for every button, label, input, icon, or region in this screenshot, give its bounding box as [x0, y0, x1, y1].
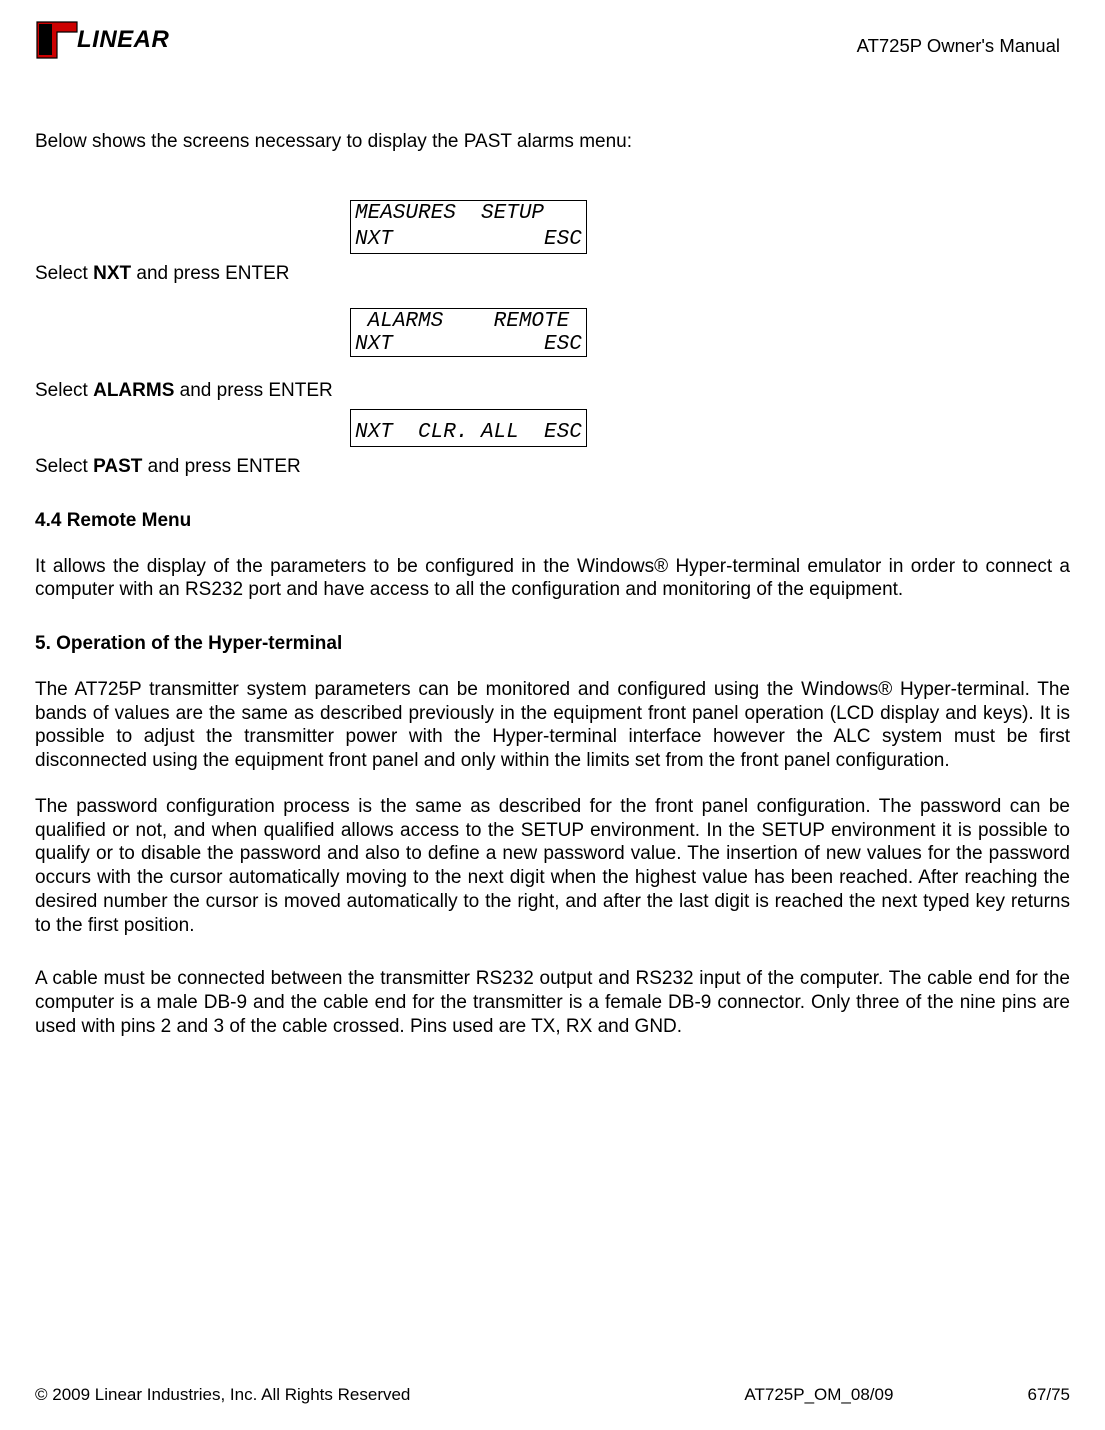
- page-footer: © 2009 Linear Industries, Inc. All Right…: [35, 1385, 1070, 1405]
- section-4-4-paragraph: It allows the display of the parameters …: [35, 555, 1070, 603]
- lcd-line: NXT ESC: [355, 333, 582, 356]
- document-title: AT725P Owner's Manual: [857, 20, 1070, 57]
- lcd-line: NXT CLR. ALL ESC: [355, 421, 582, 444]
- footer-page-number: 67/75: [1027, 1385, 1070, 1405]
- intro-paragraph: Below shows the screens necessary to dis…: [35, 130, 1070, 154]
- section-5-paragraph-1: The AT725P transmitter system parameters…: [35, 678, 1070, 773]
- lcd-screen-2: ALARMS REMOTE NXT ESC: [350, 308, 587, 357]
- lcd-line: ALARMS REMOTE: [368, 310, 570, 333]
- section-5-paragraph-3: A cable must be connected between the tr…: [35, 967, 1070, 1038]
- footer-doc-id: AT725P_OM_08/09: [744, 1385, 893, 1405]
- linear-logo-icon: [35, 20, 79, 60]
- lcd-line: MEASURES SETUP: [355, 202, 544, 225]
- footer-copyright: © 2009 Linear Industries, Inc. All Right…: [35, 1385, 410, 1405]
- step-3: Select PAST and press ENTER: [35, 455, 1070, 479]
- lcd-line: NXT ESC: [355, 228, 582, 251]
- section-heading-4-4: 4.4 Remote Menu: [35, 509, 1070, 533]
- section-5-paragraph-2: The password configuration process is th…: [35, 795, 1070, 938]
- page-header: LINEAR AT725P Owner's Manual: [35, 20, 1070, 60]
- section-heading-5: 5. Operation of the Hyper-terminal: [35, 632, 1070, 656]
- brand-name: LINEAR: [77, 26, 169, 54]
- lcd-screen-1: MEASURES SETUP NXT ESC: [350, 200, 587, 255]
- lcd-screen-3: NXT CLR. ALL ESC: [350, 409, 587, 447]
- brand-logo: LINEAR: [35, 20, 169, 60]
- page: LINEAR AT725P Owner's Manual Below shows…: [0, 0, 1105, 1430]
- step-1: Select NXT and press ENTER: [35, 262, 1070, 286]
- step-2: Select ALARMS and press ENTER: [35, 379, 1070, 403]
- document-body: Below shows the screens necessary to dis…: [35, 130, 1070, 1039]
